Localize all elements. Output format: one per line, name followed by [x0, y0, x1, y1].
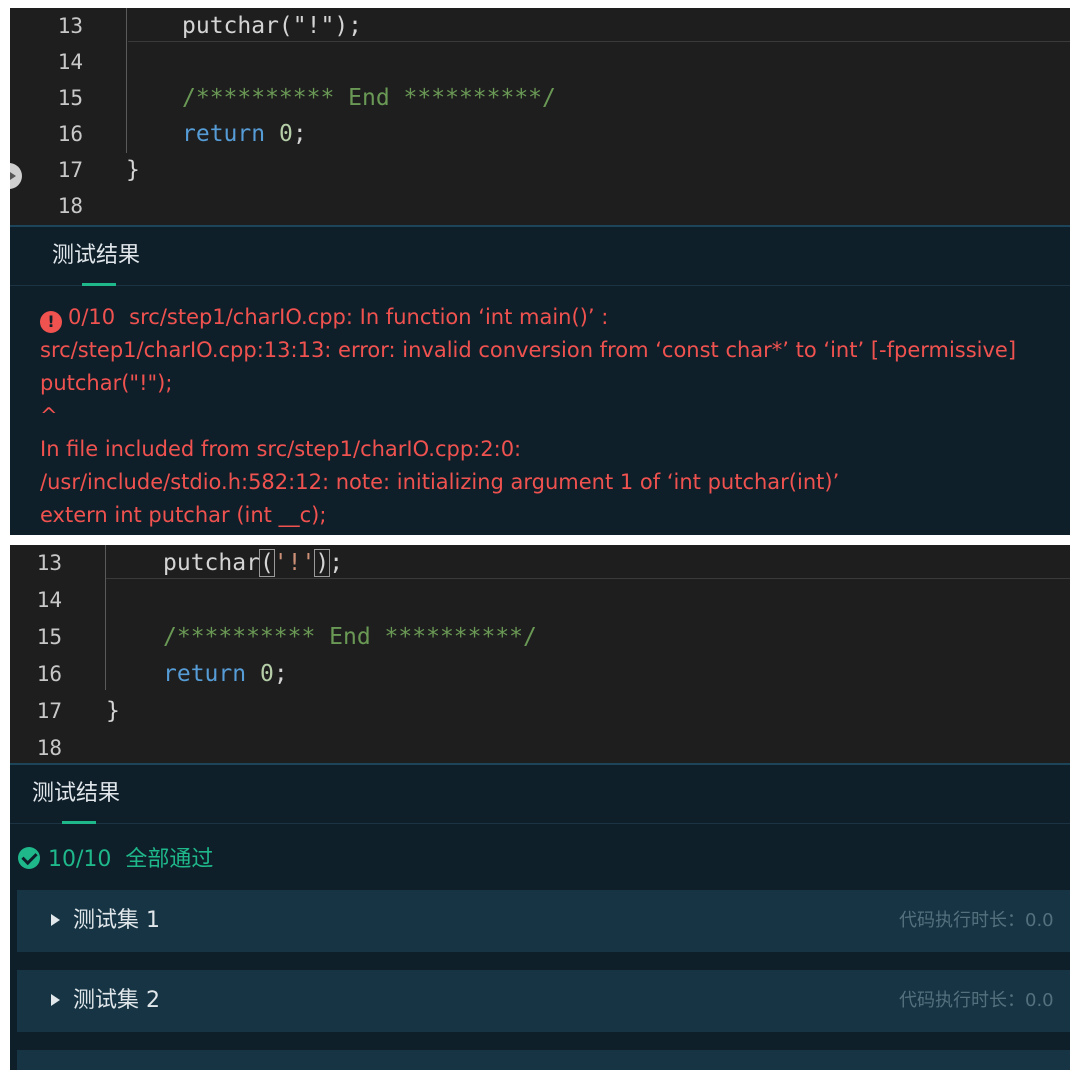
tab-test-results[interactable]: 测试结果 [52, 227, 140, 285]
pass-label: 全部通过 [125, 847, 214, 872]
line-number: 15 [36, 625, 62, 649]
line-number: 13 [36, 551, 62, 575]
test-results-panel: 测试结果 ! 0/10 src/step1/charIO.cpp: In funct… [10, 225, 1070, 535]
semicolon: ; [273, 661, 288, 687]
number-literal: 0 [259, 661, 274, 687]
code-line[interactable]: 18 [10, 730, 1070, 766]
test-suite-row-partial[interactable] [17, 1050, 1070, 1070]
line-number: 14 [36, 588, 62, 612]
bracket-match-close: ) [314, 549, 331, 577]
code-line[interactable]: 13 putchar("!"); [10, 8, 1070, 44]
line-number: 18 [57, 194, 83, 218]
number-literal: 0 [278, 121, 293, 147]
code-line[interactable]: 16 return 0; [10, 656, 1070, 692]
char-literal: '!' [273, 550, 316, 576]
line-number: 16 [57, 122, 83, 146]
test-suite-row[interactable]: 测试集 2 代码执行时长：0.0 [17, 970, 1070, 1032]
suite-name: 测试集 2 [73, 988, 160, 1013]
line-number: 18 [36, 736, 62, 760]
results-tabbar: 测试结果 [10, 765, 1070, 824]
line-code: return 0; [182, 116, 307, 152]
check-circle-icon [18, 847, 40, 869]
pass-score: 10/10 [48, 847, 112, 872]
line-number: 16 [36, 662, 62, 686]
tab-test-results[interactable]: 测试结果 [32, 765, 120, 823]
code-line[interactable]: 16 return 0; [10, 116, 1070, 152]
code-editor[interactable]: 13 putchar("!"); 14 15 /********** End *… [10, 8, 1070, 225]
error-score: 0/10 [68, 305, 116, 329]
suite-exec-time: 代码执行时长：0.0 [899, 990, 1054, 1011]
code-line[interactable]: 18 [10, 188, 1070, 224]
code-line[interactable]: 14 [10, 44, 1070, 80]
line-number: 17 [36, 699, 62, 723]
error-line: ^ [40, 404, 58, 428]
code-line[interactable]: 13 putchar('!'); [10, 545, 1070, 581]
suite-exec-time: 代码执行时长：0.0 [899, 910, 1054, 931]
code-comment: /********** End **********/ [163, 624, 537, 650]
error-line: In file included from src/step1/charIO.c… [40, 437, 522, 461]
line-number: 14 [57, 50, 83, 74]
editor-panel-pass: 13 putchar('!'); 14 15 /********** End *… [10, 545, 1070, 1070]
suite-name: 测试集 1 [73, 908, 160, 933]
error-line: extern int putchar (int __c); [40, 503, 327, 527]
function-name: putchar [163, 550, 260, 576]
line-number: 17 [57, 158, 83, 182]
error-icon: ! [40, 311, 62, 333]
editor-panel-error: 13 putchar("!"); 14 15 /********** End *… [10, 8, 1070, 535]
keyword-return: return [182, 121, 266, 147]
line-number: 15 [57, 86, 83, 110]
line-number: 13 [57, 14, 83, 38]
pass-summary: 10/10 全部通过 [18, 841, 213, 873]
error-line: ! 0/10 src/step1/charIO.cpp: In function ‘… [40, 301, 608, 334]
test-suite-row[interactable]: 测试集 1 代码执行时长：0.0 [17, 890, 1070, 952]
error-line: /usr/include/stdio.h:582:12: note: initi… [40, 470, 840, 494]
error-text: src/step1/charIO.cpp: In function ‘int m… [129, 305, 609, 329]
line-code: return 0; [163, 656, 288, 692]
error-line: src/step1/charIO.cpp:13:13: error: inval… [40, 338, 1017, 362]
semicolon: ; [292, 121, 307, 147]
code-line[interactable]: 14 [10, 582, 1070, 618]
code-comment: /********** End **********/ [182, 85, 556, 111]
line-code: putchar('!'); [163, 545, 343, 581]
error-line: putchar("!"); [40, 371, 173, 395]
code-line[interactable]: 17 } [10, 693, 1070, 729]
test-results-panel: 测试结果 10/10 全部通过 测试集 1 代码执行时长：0.0 测试集 2 代码… [10, 763, 1070, 1070]
line-code: } [106, 698, 120, 724]
line-code: putchar("!"); [182, 13, 363, 39]
code-line[interactable]: 15 /********** End **********/ [10, 619, 1070, 655]
caret-right-icon[interactable] [51, 914, 60, 926]
code-editor[interactable]: 13 putchar('!'); 14 15 /********** End *… [10, 545, 1070, 763]
results-tabbar: 测试结果 [10, 227, 1070, 286]
tab-active-indicator [82, 283, 116, 286]
semicolon: ; [329, 550, 344, 576]
keyword-return: return [163, 661, 247, 687]
line-code: } [126, 157, 140, 183]
code-line[interactable]: 17 } [10, 152, 1070, 188]
code-line[interactable]: 15 /********** End **********/ [10, 80, 1070, 116]
caret-right-icon[interactable] [51, 994, 60, 1006]
tab-active-indicator [62, 821, 96, 824]
bracket-match-open: ( [258, 549, 275, 577]
